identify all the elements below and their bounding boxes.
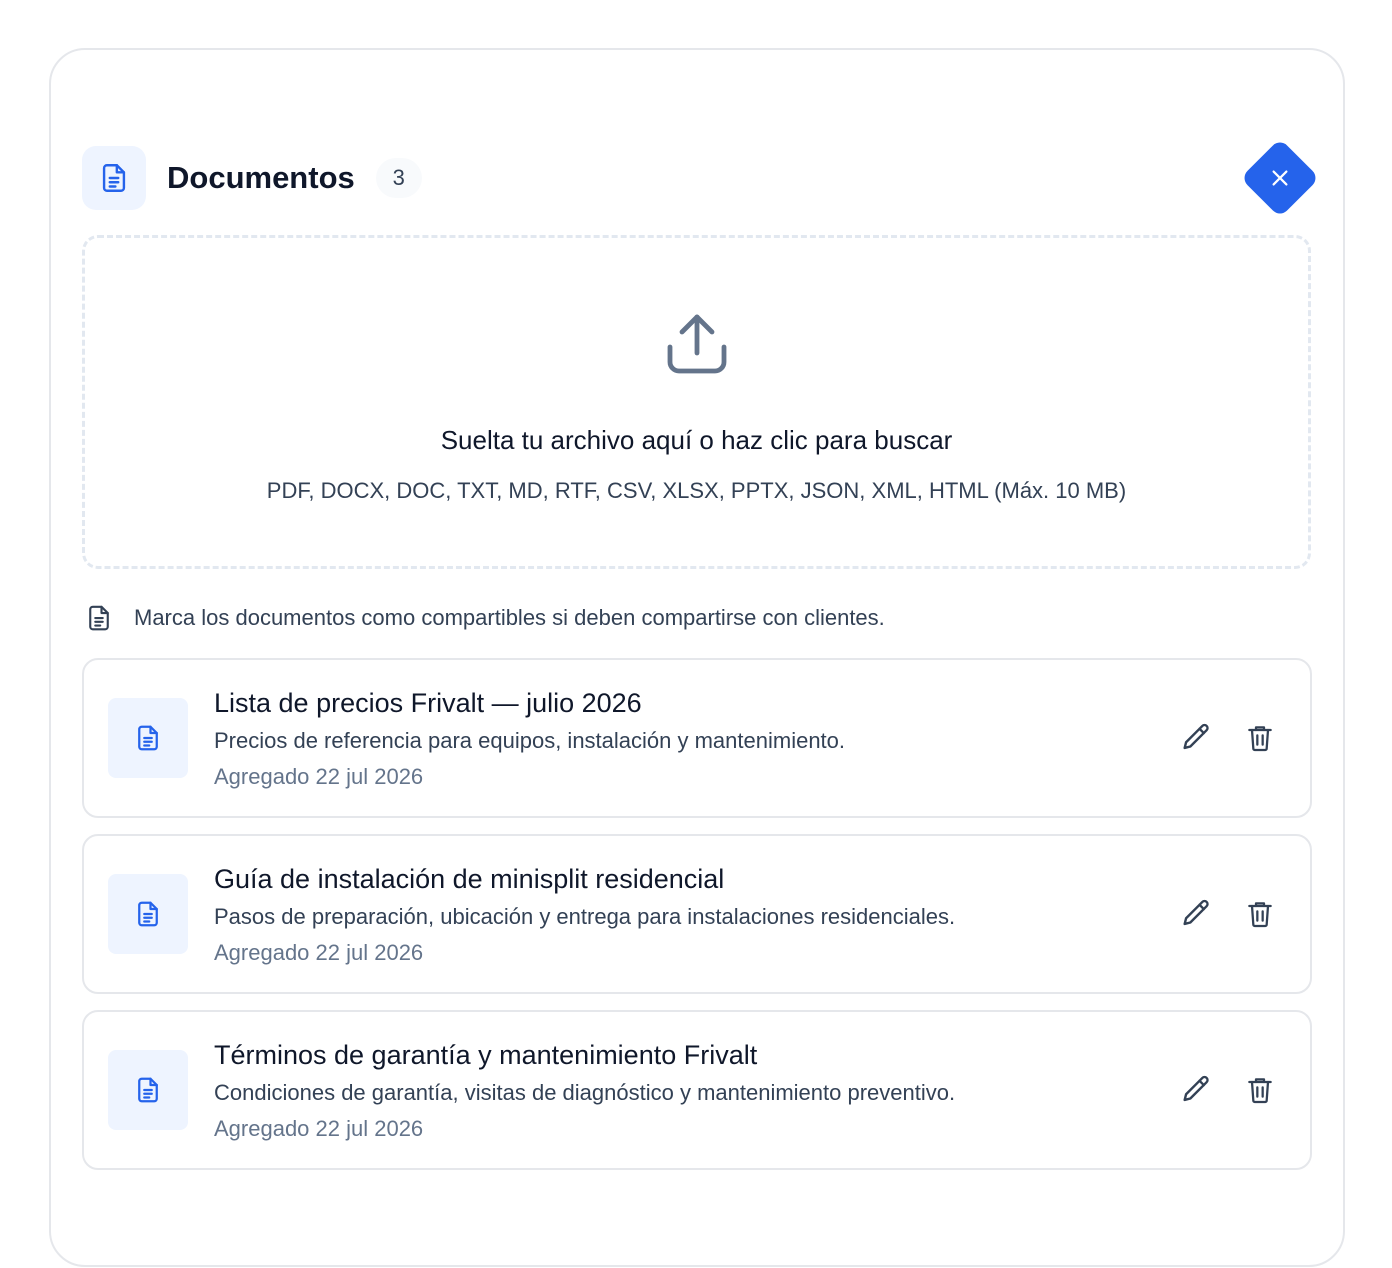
trash-icon [1248,902,1272,928]
document-icon [108,698,188,778]
document-title: Lista de precios Frivalt — julio 2026 [214,688,642,718]
pencil-icon [1183,723,1209,750]
document-date: Agregado 22 jul 2026 [214,940,424,965]
share-note-text: Marca los documentos como compartibles s… [134,605,885,630]
page-title: Documentos [167,160,355,195]
count-badge: 3 [375,158,422,198]
pencil-icon [1183,899,1209,926]
file-dropzone[interactable]: Suelta tu archivo aquí o haz clic para b… [82,235,1311,569]
trash-icon [1248,1078,1272,1104]
edit-button[interactable] [1176,1070,1216,1110]
document-description: Precios de referencia para equipos, inst… [214,728,846,753]
list-item[interactable]: Términos de garantía y mantenimiento Fri… [82,1010,1312,1170]
delete-button[interactable] [1240,1070,1280,1110]
document-title: Guía de instalación de minisplit residen… [214,864,725,894]
edit-button[interactable] [1176,718,1216,758]
pencil-icon [1183,1075,1209,1102]
dropzone-formats: PDF, DOCX, DOC, TXT, MD, RTF, CSV, XLSX,… [266,478,1127,503]
dropzone-title: Suelta tu archivo aquí o haz clic para b… [440,425,953,455]
trash-icon [1248,726,1272,752]
document-list: Lista de precios Frivalt — julio 2026 Pr… [82,658,1312,1186]
close-button[interactable] [1240,138,1320,218]
panel-header: Documentos 3 [82,146,422,210]
document-date: Agregado 22 jul 2026 [214,1116,424,1141]
document-title: Términos de garantía y mantenimiento Fri… [214,1040,758,1070]
list-item[interactable]: Guía de instalación de minisplit residen… [82,834,1312,994]
edit-button[interactable] [1176,894,1216,934]
list-item[interactable]: Lista de precios Frivalt — julio 2026 Pr… [82,658,1312,818]
delete-button[interactable] [1240,894,1280,934]
document-icon [82,146,146,210]
share-note: Marca los documentos como compartibles s… [84,602,885,634]
document-description: Condiciones de garantía, visitas de diag… [214,1080,956,1105]
delete-button[interactable] [1240,718,1280,758]
close-icon [1272,170,1288,186]
document-icon [108,874,188,954]
document-outline-icon [89,605,109,631]
document-date: Agregado 22 jul 2026 [214,764,424,789]
document-icon [108,1050,188,1130]
document-description: Pasos de preparación, ubicación y entreg… [214,904,956,929]
upload-icon [661,308,733,385]
